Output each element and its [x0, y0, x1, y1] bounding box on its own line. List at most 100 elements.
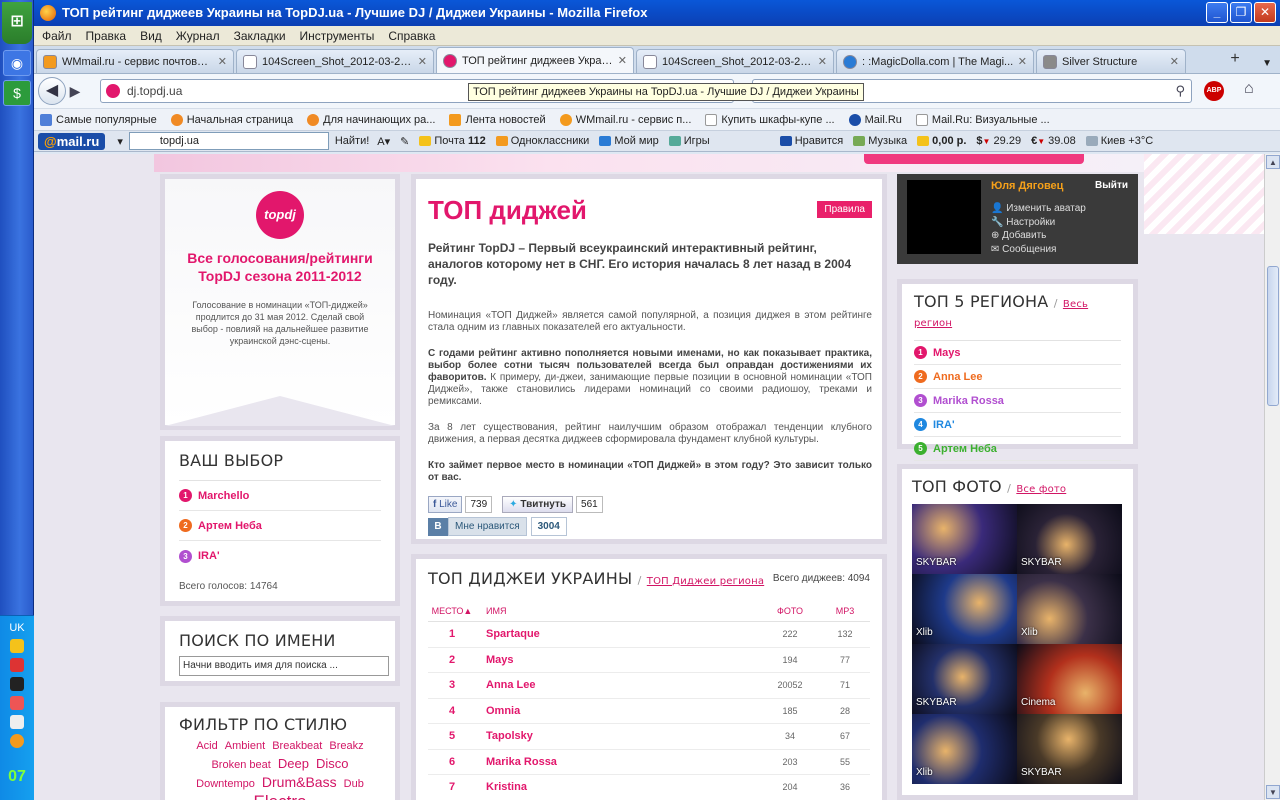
style-tag[interactable]: Electro	[254, 792, 307, 800]
list-item[interactable]: 4 IRA'	[914, 413, 1121, 437]
photo-thumbnail[interactable]: SKYBAR	[1017, 504, 1122, 574]
likes-item[interactable]: Нравится	[779, 135, 843, 147]
tab-screenshot-1[interactable]: 104Screen_Shot_2012-03-28_... ✕	[236, 49, 434, 73]
pencil-icon[interactable]: ✎	[400, 135, 409, 148]
style-tag[interactable]: Ambient	[225, 740, 265, 752]
rules-button[interactable]: Правила	[817, 201, 872, 218]
adblock-icon[interactable]: ABP	[1204, 81, 1224, 101]
dj-name-link[interactable]: Tapolsky	[476, 730, 760, 742]
dj-name[interactable]: Артем Неба	[198, 520, 262, 532]
bookmark-mailru[interactable]: Mail.Ru	[848, 113, 902, 126]
maximize-button[interactable]: ❐	[1230, 2, 1252, 23]
table-row[interactable]: 6 Marika Rossa 203 55	[428, 750, 870, 775]
dj-name[interactable]: IRA'	[933, 419, 955, 431]
text-size-icon[interactable]: A▾	[377, 135, 390, 148]
bookmark-mailru-visual[interactable]: Mail.Ru: Визуальные ...	[915, 113, 1050, 126]
list-item[interactable]: 1 Marchello	[179, 481, 381, 511]
tab-silver-structure[interactable]: Silver Structure ✕	[1036, 49, 1186, 73]
header-pink-banner[interactable]	[864, 154, 1084, 164]
language-indicator[interactable]: UK	[0, 622, 34, 634]
region-djs-link[interactable]: ТОП Диджеи региона	[647, 576, 764, 587]
style-tag[interactable]: Dub	[344, 778, 364, 790]
bookmark-news-feed[interactable]: Лента новостей	[449, 113, 546, 126]
table-row[interactable]: 5 Tapolsky 34 67	[428, 724, 870, 750]
bookmark-home-page[interactable]: Начальная страница	[170, 113, 293, 126]
dj-name-link[interactable]: Kristina	[476, 781, 760, 793]
logout-button[interactable]: Выйти	[1095, 180, 1128, 191]
list-item[interactable]: 3 Marika Rossa	[914, 389, 1121, 413]
tab-topdj[interactable]: ТОП рейтинг диджеев Украи... ✕	[436, 47, 634, 73]
close-icon[interactable]: ✕	[218, 55, 227, 68]
close-icon[interactable]: ✕	[818, 55, 827, 68]
battery-tray-icon[interactable]	[10, 715, 24, 729]
photo-header[interactable]: ФОТО	[760, 606, 820, 621]
list-item[interactable]: 1 Mays	[914, 341, 1121, 365]
style-tag[interactable]: Breakbeat	[272, 740, 322, 752]
dropdown-icon[interactable]: ▾	[117, 135, 123, 148]
dj-name-link[interactable]: Mays	[476, 654, 760, 666]
menu-help[interactable]: Справка	[388, 29, 435, 43]
money-task-icon[interactable]: $	[3, 80, 31, 106]
weather-item[interactable]: Киев +3°C	[1085, 135, 1153, 147]
list-item[interactable]: 2 Артем Неба	[179, 511, 381, 541]
table-row[interactable]: 1 Spartaque 222 132	[428, 622, 870, 648]
place-header[interactable]: МЕСТО▲	[428, 606, 476, 621]
list-item[interactable]: 5 Артем Неба	[914, 437, 1121, 461]
usd-rate[interactable]: $ ▼ 29.29	[976, 135, 1021, 147]
style-tag[interactable]: Acid	[196, 740, 217, 752]
eur-rate[interactable]: € ▼ 39.08	[1031, 135, 1076, 147]
odnoklassniki-item[interactable]: Одноклассники	[495, 135, 589, 147]
voting-promo[interactable]: topdj Все голосования/рейтинги TopDJ сез…	[160, 174, 400, 430]
bookmark-wardrobes[interactable]: Купить шкафы-купе ...	[705, 113, 835, 126]
table-row[interactable]: 2 Mays 194 77	[428, 648, 870, 673]
photo-thumbnail[interactable]: Xlib	[912, 574, 1017, 644]
mp3-header[interactable]: MP3	[820, 606, 870, 621]
mail-item[interactable]: Почта 112	[419, 135, 486, 147]
facebook-like[interactable]: f Like 739	[428, 496, 493, 513]
tab-magicdolla[interactable]: : :MagicDolla.com | The Magi... ✕	[836, 49, 1034, 73]
menu-edit[interactable]: Правка	[86, 29, 127, 43]
twitter-share[interactable]: ✦ Твитнуть 561	[502, 496, 603, 513]
close-button[interactable]: ✕	[1254, 2, 1276, 23]
close-icon[interactable]: ✕	[1170, 55, 1179, 68]
menu-history[interactable]: Журнал	[176, 29, 220, 43]
games-item[interactable]: Игры	[668, 135, 710, 147]
clock[interactable]: 07	[0, 768, 34, 786]
network-tray-icon[interactable]	[10, 677, 24, 691]
all-photos-link[interactable]: Все фото	[1016, 484, 1066, 495]
menu-file[interactable]: Файл	[42, 29, 72, 43]
table-row[interactable]: 3 Anna Lee 20052 71	[428, 673, 870, 699]
change-avatar-link[interactable]: 👤 Изменить аватар	[991, 202, 1086, 216]
menu-view[interactable]: Вид	[140, 29, 162, 43]
dj-name[interactable]: Артем Неба	[933, 443, 997, 455]
shield-tray-icon[interactable]	[10, 639, 24, 653]
dj-name[interactable]: Mays	[933, 347, 961, 359]
dj-name[interactable]: Marika Rossa	[933, 395, 1004, 407]
back-button[interactable]: ◀	[38, 77, 66, 105]
home-icon[interactable]: ⌂	[1244, 80, 1254, 98]
update-tray-icon[interactable]	[10, 734, 24, 748]
vk-like[interactable]: В Мне нравится 3004	[428, 517, 872, 536]
page-scrollbar[interactable]: ▲ ▼	[1264, 154, 1280, 800]
name-header[interactable]: ИМЯ	[476, 606, 760, 621]
tab-list-icon[interactable]: ▼	[1262, 58, 1272, 69]
find-button[interactable]: Найти!	[335, 135, 369, 147]
menu-tools[interactable]: Инструменты	[300, 29, 375, 43]
settings-link[interactable]: 🔧 Настройки	[991, 216, 1086, 230]
search-icon[interactable]: ⚲	[1175, 83, 1185, 99]
dj-name[interactable]: Anna Lee	[933, 371, 983, 383]
photo-thumbnail[interactable]: SKYBAR	[1017, 714, 1122, 784]
table-row[interactable]: 4 Omnia 185 28	[428, 699, 870, 724]
scroll-up-icon[interactable]: ▲	[1266, 155, 1280, 169]
style-tag[interactable]: Breakz	[329, 740, 363, 752]
new-tab-button[interactable]: +	[1224, 49, 1246, 71]
list-item[interactable]: 3 IRA'	[179, 541, 381, 571]
style-tag[interactable]: Downtempo	[196, 778, 255, 790]
photo-thumbnail[interactable]: Xlib	[1017, 574, 1122, 644]
bookmark-beginners[interactable]: Для начинающих ра...	[307, 113, 435, 126]
promo-title[interactable]: Все голосования/рейтинги TopDJ сезона 20…	[165, 249, 395, 285]
music-item[interactable]: Музыка	[853, 135, 907, 147]
firefox-task-icon[interactable]: ◉	[3, 50, 31, 76]
vk-like-button[interactable]: Мне нравится	[448, 517, 527, 536]
photo-thumbnail[interactable]: Cinema	[1017, 644, 1122, 714]
